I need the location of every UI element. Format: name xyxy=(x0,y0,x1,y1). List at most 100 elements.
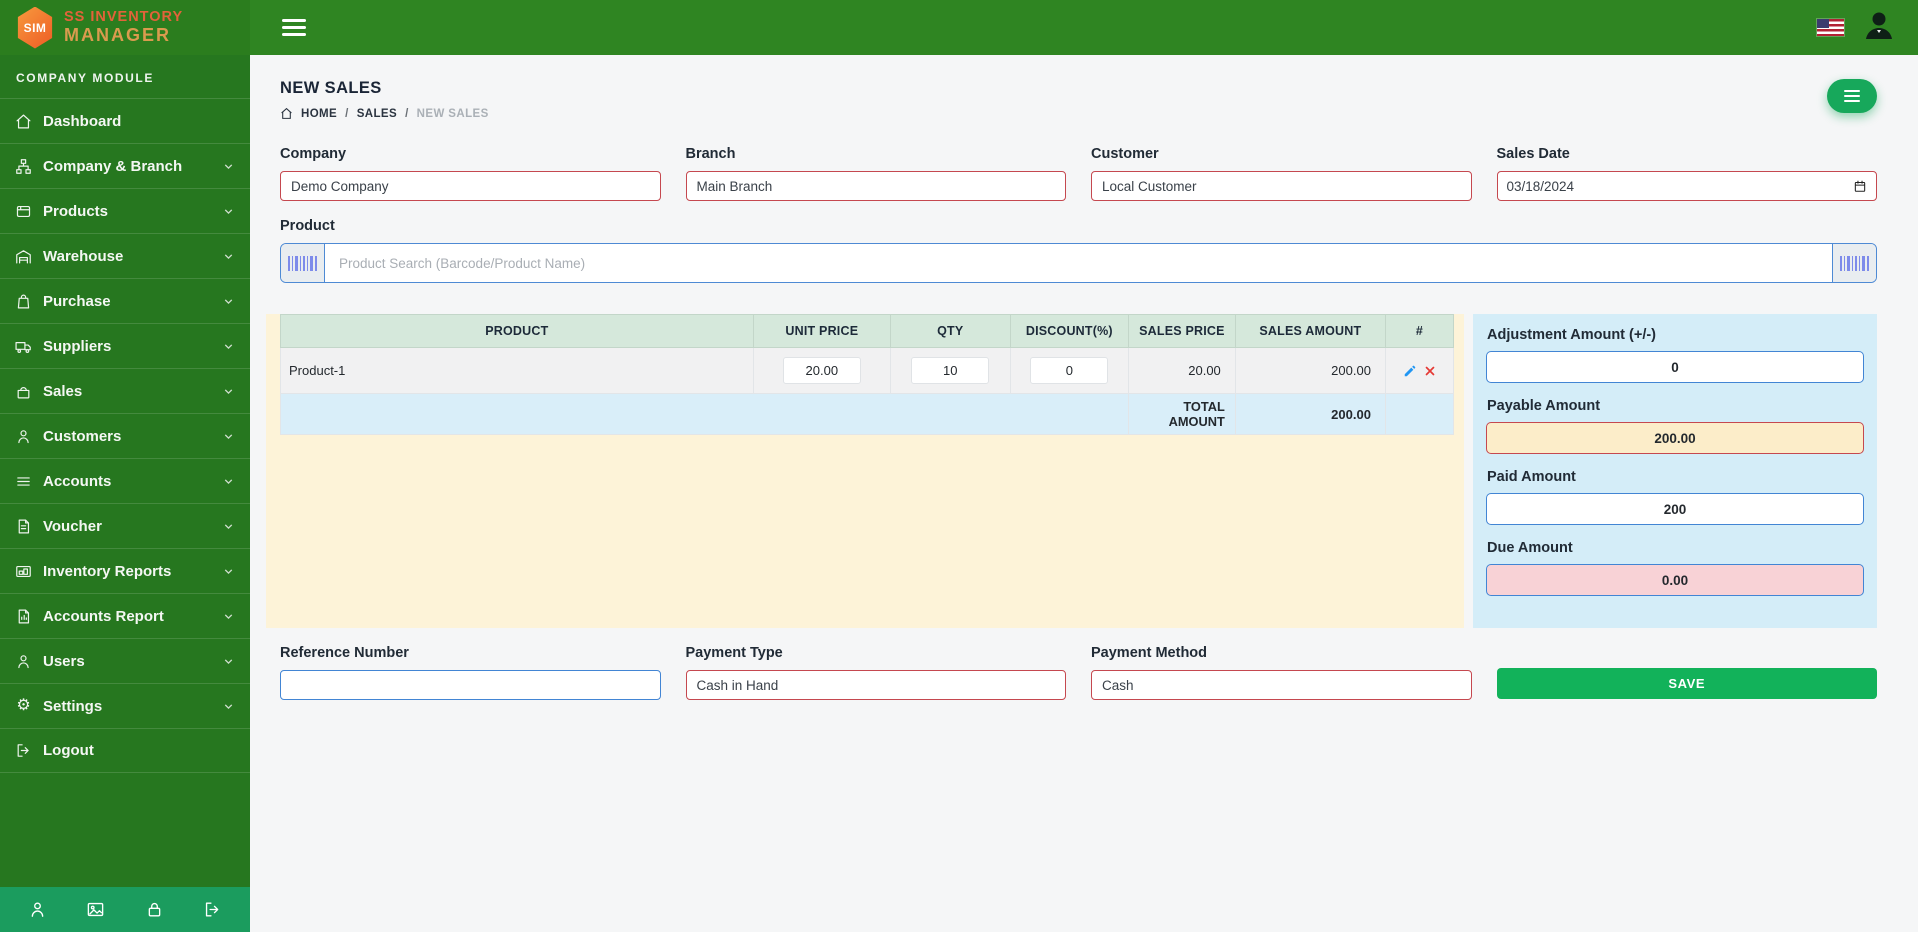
brand-logo[interactable]: SIM SS INVENTORY MANAGER xyxy=(0,0,250,55)
report-card-icon xyxy=(15,563,32,580)
discount-input[interactable] xyxy=(1030,357,1108,384)
breadcrumb-home[interactable]: HOME xyxy=(301,108,337,120)
sales-menu-pill-button[interactable] xyxy=(1827,79,1877,113)
branch-field-group: Branch xyxy=(686,146,1067,201)
brand-name: SS INVENTORY MANAGER xyxy=(64,10,183,44)
table-header-row: PRODUCT UNIT PRICE QTY DISCOUNT(%) SALES… xyxy=(281,315,1454,348)
document-icon xyxy=(15,518,32,535)
sidebar-item-accounts-report[interactable]: Accounts Report xyxy=(0,593,250,638)
language-flag-us-icon[interactable] xyxy=(1817,19,1844,36)
sidebar-item-purchase[interactable]: Purchase xyxy=(0,278,250,323)
paid-amount-label: Paid Amount xyxy=(1487,469,1864,485)
payment-method-field[interactable] xyxy=(1091,670,1472,700)
unit-price-input[interactable] xyxy=(783,357,861,384)
reference-number-group: Reference Number xyxy=(280,645,661,700)
product-name-cell: Product-1 xyxy=(281,348,754,394)
file-chart-icon xyxy=(15,608,32,625)
save-button[interactable]: SAVE xyxy=(1497,668,1878,699)
due-group: Due Amount xyxy=(1486,540,1864,596)
payment-summary-panel: Adjustment Amount (+/-) Payable Amount P… xyxy=(1473,314,1877,628)
company-field[interactable] xyxy=(280,171,661,201)
paid-group: Paid Amount xyxy=(1486,469,1864,525)
adjustment-amount-input[interactable] xyxy=(1486,351,1864,383)
warehouse-icon xyxy=(15,248,32,265)
reference-number-input[interactable] xyxy=(280,670,661,700)
sidebar-item-company-branch[interactable]: Company & Branch xyxy=(0,143,250,188)
payment-type-group: Payment Type xyxy=(686,645,1067,700)
sidebar-item-customers[interactable]: Customers xyxy=(0,413,250,458)
sidebar-item-inventory-reports[interactable]: Inventory Reports xyxy=(0,548,250,593)
sidebar-item-label: Voucher xyxy=(43,518,102,535)
sidebar-item-dashboard[interactable]: Dashboard xyxy=(0,98,250,143)
logout-icon[interactable] xyxy=(203,900,222,919)
sales-date-field[interactable]: 03/18/2024 xyxy=(1497,171,1878,201)
breadcrumb-separator: / xyxy=(405,108,409,120)
sidebar-item-logout[interactable]: Logout xyxy=(0,728,250,773)
lock-icon[interactable] xyxy=(145,900,164,919)
sidebar-item-warehouse[interactable]: Warehouse xyxy=(0,233,250,278)
edit-pencil-icon[interactable] xyxy=(1403,364,1417,378)
col-header-unit-price: UNIT PRICE xyxy=(753,315,890,348)
chevron-down-icon xyxy=(222,340,235,353)
chevron-down-icon xyxy=(222,160,235,173)
sale-items-panel: PRODUCT UNIT PRICE QTY DISCOUNT(%) SALES… xyxy=(266,314,1464,628)
sidebar-item-products[interactable]: Products xyxy=(0,188,250,233)
chevron-down-icon xyxy=(222,700,235,713)
sales-date-value: 03/18/2024 xyxy=(1507,179,1575,194)
chevron-down-icon xyxy=(222,475,235,488)
sidebar-item-users[interactable]: Users xyxy=(0,638,250,683)
sitemap-icon xyxy=(15,158,32,175)
branch-field[interactable] xyxy=(686,171,1067,201)
customer-field-group: Customer xyxy=(1091,146,1472,201)
sidebar-item-label: Sales xyxy=(43,383,82,400)
sales-amount-cell: 200.00 xyxy=(1235,348,1385,394)
home-icon xyxy=(15,113,32,130)
breadcrumb-sales[interactable]: SALES xyxy=(357,108,397,120)
sidebar-item-label: Warehouse xyxy=(43,248,123,265)
sidebar-item-label: Suppliers xyxy=(43,338,111,355)
brand-line1: SS INVENTORY xyxy=(64,10,183,25)
sidebar-item-voucher[interactable]: Voucher xyxy=(0,503,250,548)
sales-form-fields: Company Branch Customer Sales Date 03/18… xyxy=(280,146,1877,201)
customer-field[interactable] xyxy=(1091,171,1472,201)
calendar-icon[interactable] xyxy=(1853,179,1867,193)
payable-amount-field xyxy=(1486,422,1864,454)
breadcrumb-current: NEW SALES xyxy=(417,108,489,120)
person-icon xyxy=(15,428,32,445)
page-title: NEW SALES xyxy=(280,79,489,98)
payable-group: Payable Amount xyxy=(1486,398,1864,454)
qty-input[interactable] xyxy=(911,357,989,384)
sidebar-item-sales[interactable]: Sales xyxy=(0,368,250,413)
person-icon xyxy=(15,653,32,670)
delete-x-icon[interactable] xyxy=(1424,365,1436,377)
payment-method-label: Payment Method xyxy=(1091,645,1472,661)
truck-icon xyxy=(15,338,32,355)
page-header: NEW SALES HOME / SALES / NEW SALES xyxy=(280,79,1877,120)
payment-type-field[interactable] xyxy=(686,670,1067,700)
product-search-section: Product xyxy=(280,218,1877,283)
sidebar-item-label: Purchase xyxy=(43,293,111,310)
sim-hexagon-logo-icon: SIM xyxy=(16,7,54,49)
chevron-down-icon xyxy=(222,205,235,218)
sidebar-item-suppliers[interactable]: Suppliers xyxy=(0,323,250,368)
sidebar-item-accounts[interactable]: Accounts xyxy=(0,458,250,503)
shopping-bag-icon xyxy=(15,293,32,310)
total-amount-label: TOTAL AMOUNT xyxy=(1129,394,1236,435)
product-search-input[interactable] xyxy=(325,244,1832,282)
row-actions xyxy=(1394,364,1445,378)
brand-line2: MANAGER xyxy=(64,26,183,45)
chevron-down-icon xyxy=(222,430,235,443)
barcode-scan-icon[interactable] xyxy=(1832,244,1876,282)
sidebar-item-settings[interactable]: ⚙ Settings xyxy=(0,683,250,728)
app-window: SIM SS INVENTORY MANAGER COMPANY MODULE … xyxy=(0,0,1918,932)
paid-amount-input[interactable] xyxy=(1486,493,1864,525)
breadcrumb-separator: / xyxy=(345,108,349,120)
image-icon[interactable] xyxy=(86,900,105,919)
sales-panels: PRODUCT UNIT PRICE QTY DISCOUNT(%) SALES… xyxy=(266,314,1877,628)
barcode-icon xyxy=(281,244,325,282)
person-icon[interactable] xyxy=(28,900,47,919)
sidebar: SIM SS INVENTORY MANAGER COMPANY MODULE … xyxy=(0,0,250,932)
sidebar-toggle-hamburger-icon[interactable] xyxy=(282,15,306,40)
user-avatar[interactable] xyxy=(1862,8,1896,47)
sales-bag-icon xyxy=(15,383,32,400)
